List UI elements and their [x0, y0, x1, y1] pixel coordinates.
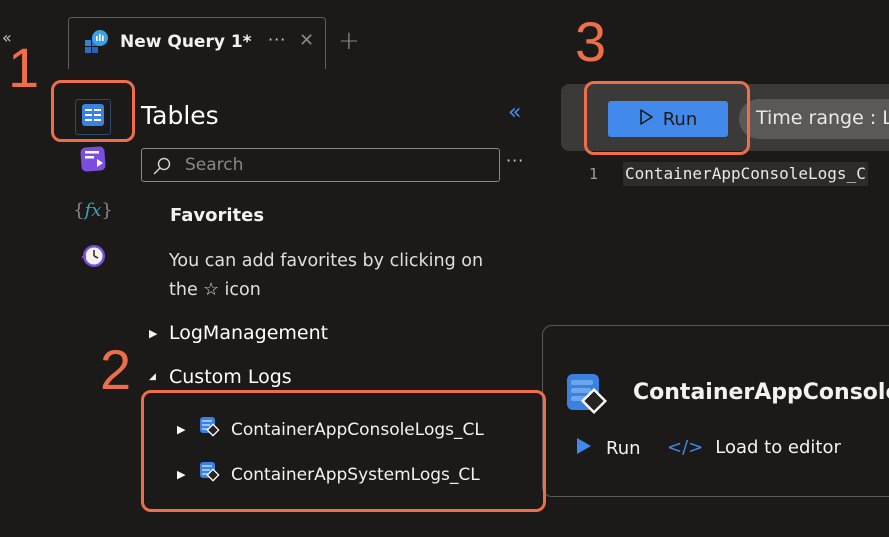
- detail-card-title: ContainerAppConsoleLo: [633, 380, 889, 405]
- annotation-step-1: 1: [8, 36, 40, 99]
- rail-functions-button[interactable]: {fx}: [73, 194, 113, 226]
- group-label: Custom Logs: [169, 366, 292, 388]
- rail-queries-button[interactable]: [77, 145, 109, 177]
- annotation-step-3: 3: [575, 10, 607, 73]
- history-clock-icon: [79, 242, 107, 274]
- tab-close-button[interactable]: ✕: [299, 30, 314, 51]
- code-editor-line[interactable]: ContainerAppConsoleLogs_C: [623, 162, 868, 186]
- log-analytics-query-icon: [83, 30, 109, 58]
- favorites-heading: Favorites: [170, 205, 265, 226]
- queries-icon: [79, 145, 107, 177]
- panel-more-button[interactable]: ···: [506, 151, 524, 170]
- functions-icon: {fx}: [73, 199, 113, 221]
- tab-more-button[interactable]: ···: [268, 30, 286, 49]
- tab-new-query-1[interactable]: New Query 1* ··· ✕: [68, 17, 326, 69]
- annotation-step-2: 2: [100, 338, 132, 401]
- search-input[interactable]: Search: [141, 148, 500, 182]
- load-to-editor-button[interactable]: </> Load to editor: [667, 437, 841, 458]
- annotation-box-1: [51, 80, 135, 142]
- group-label: LogManagement: [169, 322, 329, 344]
- favorites-hint-line2: the ☆ icon: [169, 280, 261, 300]
- code-icon: </>: [667, 437, 704, 458]
- time-range-picker[interactable]: Time range : L: [739, 99, 889, 139]
- detail-run-label: Run: [606, 438, 641, 459]
- search-icon: [152, 156, 172, 180]
- collapse-panel-button[interactable]: «: [508, 100, 521, 125]
- collapse-caret-icon: ◢: [149, 372, 156, 382]
- group-logmanagement[interactable]: ▶ LogManagement: [149, 322, 328, 344]
- rail-history-button[interactable]: [77, 242, 109, 274]
- custom-table-large-icon: [566, 373, 612, 423]
- search-placeholder: Search: [185, 155, 244, 175]
- tab-title: New Query 1*: [120, 32, 252, 52]
- line-number: 1: [589, 165, 599, 183]
- panel-title: Tables: [141, 101, 219, 130]
- annotation-box-2: [141, 390, 546, 512]
- expand-caret-icon: ▶: [149, 326, 158, 340]
- load-to-editor-label: Load to editor: [715, 437, 841, 458]
- add-tab-button[interactable]: +: [338, 26, 360, 56]
- annotation-box-3: [584, 81, 750, 155]
- detail-run-button[interactable]: Run: [576, 437, 641, 460]
- favorites-hint: You can add favorites by clicking on the…: [169, 247, 509, 305]
- group-custom-logs[interactable]: ◢ Custom Logs: [149, 366, 292, 388]
- play-filled-icon: [576, 437, 592, 460]
- favorites-hint-line1: You can add favorites by clicking on: [169, 251, 484, 271]
